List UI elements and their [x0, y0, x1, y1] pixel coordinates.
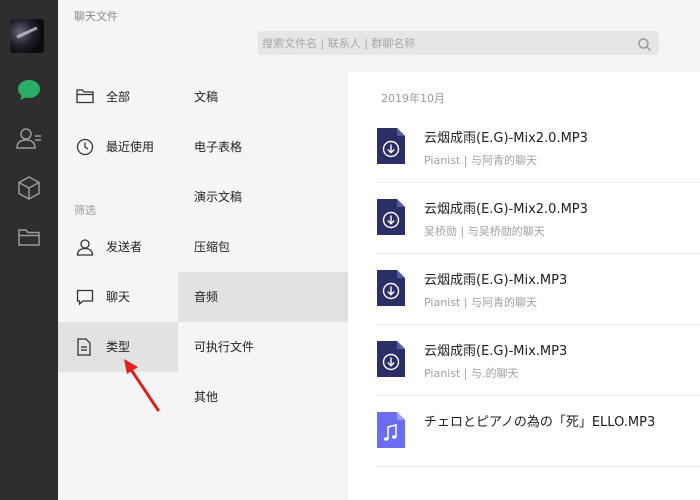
file-meta: Pianist | 与阿青的聊天: [424, 154, 537, 167]
file-type-panel: 文稿 电子表格 演示文稿 压缩包 音频 可执行文件 其他: [178, 72, 348, 500]
month-header: 2019年10月: [381, 92, 445, 105]
file-name: 云烟成雨(E.G)-Mix.MP3: [424, 273, 568, 288]
nav-item-sender[interactable]: 发送者: [58, 222, 178, 272]
left-rail: [0, 0, 58, 500]
file-name: チェロとピアノの為の「死」ELLO.MP3: [424, 415, 656, 430]
annotation-arrow-icon: [124, 359, 160, 412]
nav-item-recent[interactable]: 最近使用: [58, 122, 178, 172]
type-item-archive[interactable]: 压缩包: [178, 222, 348, 272]
file-name: 云烟成雨(E.G)-Mix2.0.MP3: [424, 131, 588, 146]
file-row[interactable]: 云烟成雨(E.G)-Mix.MP3 Pianist | 与阿青的聊天: [348, 254, 700, 325]
nav-item-all[interactable]: 全部: [58, 72, 178, 122]
search-icon[interactable]: [638, 36, 652, 55]
download-icon: [377, 128, 405, 164]
cube-icon[interactable]: [0, 168, 58, 208]
file-row[interactable]: チェロとピアノの為の「死」ELLO.MP3: [348, 396, 700, 467]
file-row[interactable]: 云烟成雨(E.G)-Mix2.0.MP3 Pianist | 与阿青的聊天: [348, 112, 700, 183]
chat-icon[interactable]: [0, 70, 58, 110]
avatar[interactable]: [10, 19, 44, 53]
document-icon: [76, 338, 94, 356]
filter-section-label: 筛选: [74, 204, 96, 217]
file-meta: 吴桥勋 | 与吴桥勋的聊天: [424, 225, 545, 238]
row-divider: [376, 466, 700, 467]
download-icon: [377, 199, 405, 235]
nav-item-label: 全部: [106, 90, 131, 104]
clock-icon: [76, 138, 94, 156]
nav-item-label: 最近使用: [106, 140, 155, 154]
file-name: 云烟成雨(E.G)-Mix2.0.MP3: [424, 202, 588, 217]
contacts-icon[interactable]: [0, 118, 58, 158]
file-meta: Pianist | 与.的聊天: [424, 367, 519, 380]
category-panel: 全部 最近使用 筛选 发送者 聊天 类型: [58, 72, 178, 500]
type-item-document[interactable]: 文稿: [178, 72, 348, 122]
type-item-spreadsheet[interactable]: 电子表格: [178, 122, 348, 172]
user-icon: [76, 238, 94, 256]
type-item-executable[interactable]: 可执行文件: [178, 322, 348, 372]
file-list-panel: 2019年10月 云烟成雨(E.G)-Mix2.0.MP3 Pianist | …: [348, 72, 700, 500]
folder-icon[interactable]: [0, 217, 58, 257]
file-meta: Pianist | 与阿青的聊天: [424, 296, 537, 309]
nav-item-label: 发送者: [106, 240, 143, 254]
type-item-presentation[interactable]: 演示文稿: [178, 172, 348, 222]
type-item-audio[interactable]: 音频: [178, 272, 348, 322]
file-row[interactable]: 云烟成雨(E.G)-Mix.MP3 Pianist | 与.的聊天: [348, 325, 700, 396]
nav-item-label: 聊天: [106, 290, 131, 304]
type-item-other[interactable]: 其他: [178, 372, 348, 422]
download-icon: [377, 341, 405, 377]
file-name: 云烟成雨(E.G)-Mix.MP3: [424, 344, 568, 359]
search-input[interactable]: [262, 31, 632, 55]
file-row[interactable]: 云烟成雨(E.G)-Mix2.0.MP3 吴桥勋 | 与吴桥勋的聊天: [348, 183, 700, 254]
music-note-icon: [377, 412, 405, 448]
folder-icon: [76, 88, 94, 106]
nav-item-chat[interactable]: 聊天: [58, 272, 178, 322]
search-box: [258, 31, 659, 55]
chat-bubble-icon: [76, 288, 94, 306]
download-icon: [377, 270, 405, 306]
window-title: 聊天文件: [74, 10, 118, 23]
